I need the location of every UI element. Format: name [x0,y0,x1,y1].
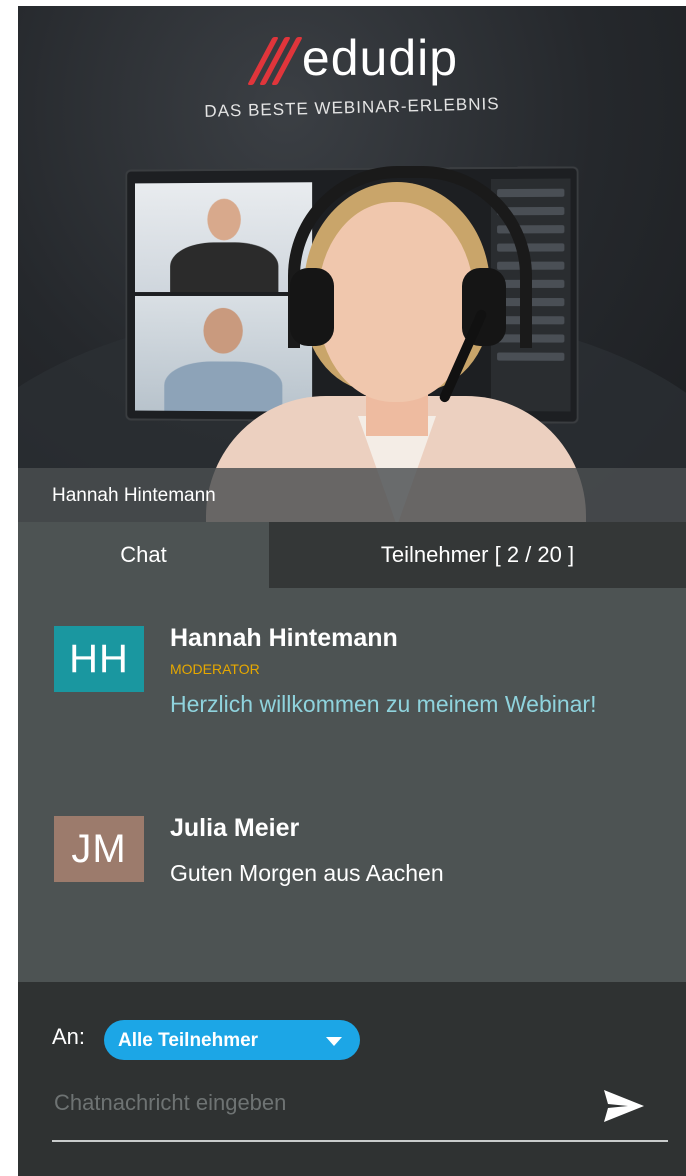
logo-slashes-icon [246,31,303,85]
send-icon [604,1090,644,1122]
chat-message-input[interactable] [52,1078,586,1128]
tab-participants[interactable]: Teilnehmer [ 2 / 20 ] [269,522,686,588]
chat-messages[interactable]: HH Hannah Hintemann MODERATOR Herzlich w… [18,588,686,982]
message-text: Herzlich willkommen zu meinem Webinar! [170,691,597,717]
message-sender: Hannah Hintemann [170,624,398,652]
video-tile [134,182,313,293]
recipient-value: Alle Teilnehmer [118,1030,259,1051]
avatar: JM [54,816,144,882]
tab-bar: Chat Teilnehmer [ 2 / 20 ] [18,522,686,588]
chat-compose: An: Alle Teilnehmer [18,982,686,1176]
recipient-label: An: [52,1024,86,1049]
presenter-name-bar: Hannah Hintemann [18,468,686,522]
message-sender: Julia Meier [170,814,300,842]
brand-logo: edudip DAS BESTE WEBINAR-ERLEBNIS [18,28,686,121]
logo-text: edudip [301,30,459,86]
avatar: HH [54,626,144,692]
webinar-panel: edudip DAS BESTE WEBINAR-ERLEBNIS Hannah… [18,6,686,1176]
chevron-down-icon [326,1037,342,1046]
moderator-badge: MODERATOR [170,661,260,677]
recipient-dropdown[interactable]: Alle Teilnehmer [104,1020,360,1060]
input-underline [52,1140,668,1142]
video-stream[interactable]: edudip DAS BESTE WEBINAR-ERLEBNIS Hannah… [18,6,686,522]
video-tile [134,295,313,412]
send-button[interactable] [602,1086,646,1126]
presenter-name: Hannah Hintemann [52,485,216,506]
logo-tagline: DAS BESTE WEBINAR-ERLEBNIS [204,94,500,121]
message-text: Guten Morgen aus Aachen [170,860,444,886]
tab-chat[interactable]: Chat [18,522,269,588]
